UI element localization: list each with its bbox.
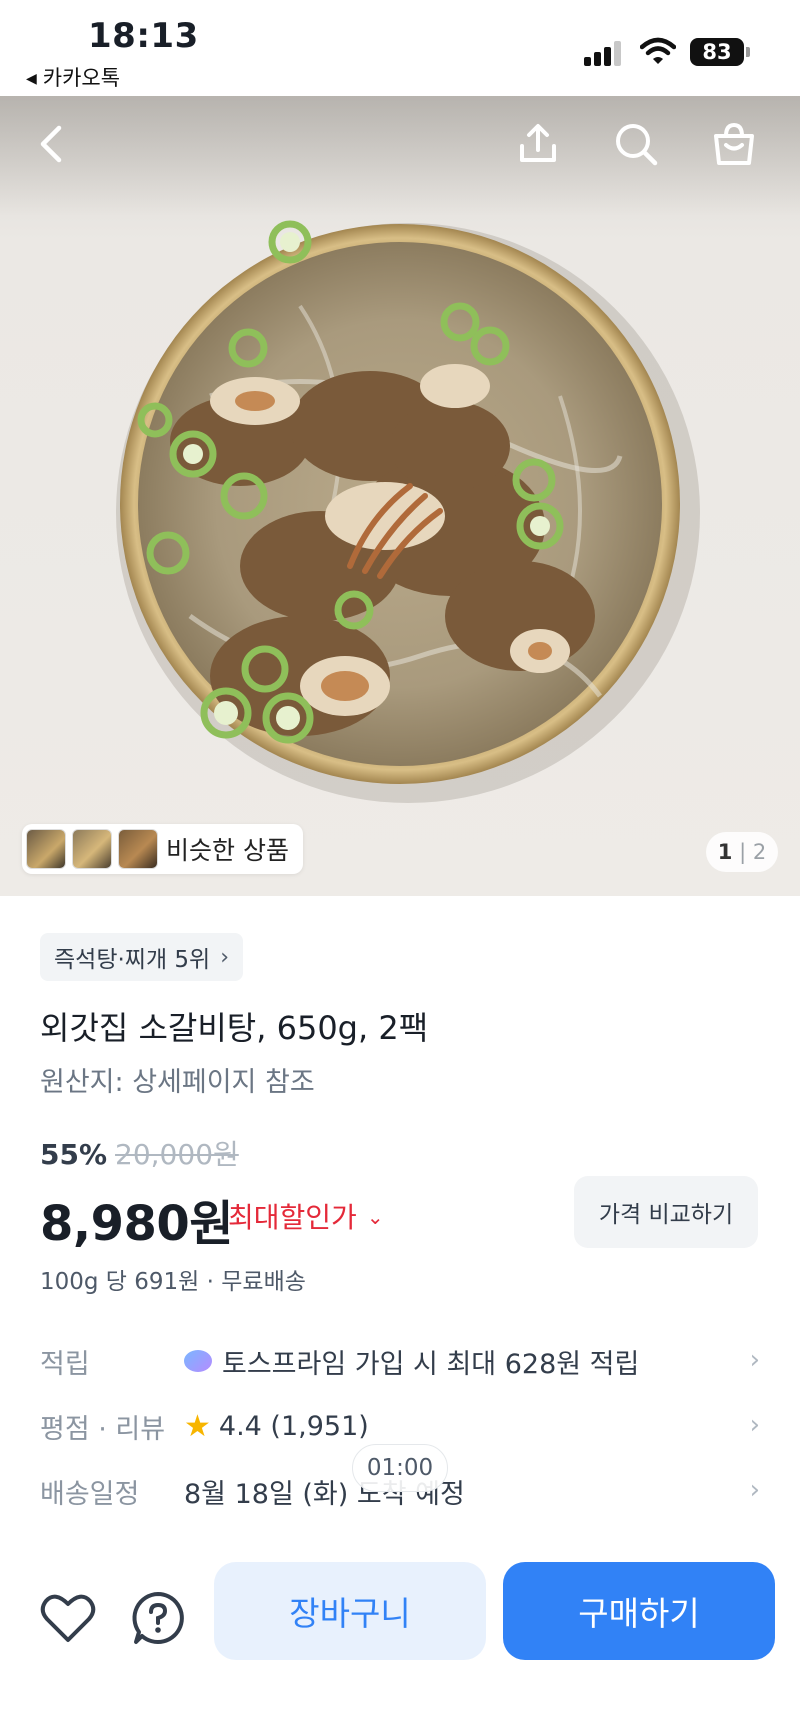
hero-top-shade — [0, 96, 800, 216]
rating-text: 4.4 (1,951) — [218, 1410, 369, 1442]
info-value-points: 토스프라임 가입 시 최대 628원 적립 — [184, 1342, 639, 1381]
pager-current: 1 — [717, 840, 733, 864]
add-to-cart-button[interactable]: 장바구니 — [214, 1562, 486, 1660]
search-icon — [616, 124, 658, 166]
product-title: 외갓집 소갈비탕, 650g, 2팩 — [40, 1009, 429, 1047]
back-icon — [40, 125, 62, 163]
similar-products-chip[interactable]: 비슷한 상품 — [22, 824, 303, 874]
similar-thumb-1 — [26, 829, 66, 869]
help-button[interactable] — [128, 1588, 188, 1648]
back-triangle-icon: ◀ — [26, 71, 37, 87]
discount-row: 55% 20,000원 — [40, 1133, 239, 1173]
cellular-signal-icon — [584, 40, 624, 66]
chevron-right-icon: › — [749, 1475, 760, 1505]
chevron-right-icon: › — [220, 944, 230, 970]
question-icon — [132, 1592, 184, 1644]
image-pager: 1 | 2 — [706, 832, 778, 872]
similar-thumb-2 — [72, 829, 112, 869]
heart-icon — [40, 1594, 96, 1642]
price-compare-button[interactable]: 가격 비교하기 — [574, 1176, 758, 1248]
shopping-bag-icon — [714, 122, 754, 165]
pager-separator: | — [739, 840, 747, 864]
similar-thumb-3 — [118, 829, 158, 869]
category-rank-label: 즉석탕·찌개 5위 — [54, 947, 211, 973]
soup-bowl-illustration — [116, 220, 700, 803]
cart-bag-button[interactable] — [704, 114, 764, 174]
bottom-action-bar: 장바구니 구매하기 — [0, 1540, 800, 1731]
product-origin: 원산지: 상세페이지 참조 — [40, 1067, 315, 1098]
search-button[interactable] — [606, 114, 666, 174]
chevron-right-icon: › — [749, 1410, 760, 1440]
back-to-app-link[interactable]: ◀ 카카오톡 — [26, 62, 120, 92]
discount-percent: 55% — [40, 1138, 108, 1171]
info-label-points: 적립 — [40, 1348, 90, 1380]
info-label-rating: 평점 · 리뷰 — [40, 1413, 166, 1445]
back-app-label: 카카오톡 — [42, 66, 121, 90]
timer-overlay: 01:00 — [352, 1444, 448, 1492]
category-rank-chip[interactable]: 즉석탕·찌개 5위 › — [40, 933, 244, 981]
info-label-delivery: 배송일정 — [40, 1478, 140, 1510]
info-row-rating[interactable]: 평점 · 리뷰 ★ 4.4 (1,951) › — [40, 1402, 760, 1450]
wifi-icon — [639, 36, 677, 66]
original-price: 20,000원 — [115, 1138, 239, 1171]
share-icon — [520, 124, 556, 162]
product-image[interactable]: 비슷한 상품 1 | 2 — [0, 96, 800, 896]
points-text: 토스프라임 가입 시 최대 628원 적립 — [222, 1348, 640, 1380]
status-bar: 18:13 ◀ 카카오톡 83 — [0, 0, 800, 96]
unit-price-shipping: 100g 당 691원 · 무료배송 — [40, 1269, 306, 1295]
pager-total: 2 — [752, 840, 767, 864]
chevron-right-icon: › — [749, 1345, 760, 1375]
star-icon: ★ — [184, 1408, 211, 1444]
max-discount-toggle[interactable]: 최대할인가 ⌄ — [228, 1196, 384, 1236]
status-time: 18:13 — [88, 16, 199, 56]
chevron-down-icon: ⌄ — [366, 1205, 384, 1229]
back-button[interactable] — [22, 114, 82, 174]
battery-icon: 83 — [690, 38, 750, 66]
info-value-rating: ★ 4.4 (1,951) — [184, 1409, 369, 1444]
info-row-points[interactable]: 적립 토스프라임 가입 시 최대 628원 적립 › — [40, 1337, 760, 1385]
share-button[interactable] — [508, 114, 568, 174]
max-discount-label: 최대할인가 — [228, 1201, 357, 1234]
similar-products-label: 비슷한 상품 — [166, 836, 289, 865]
sale-price: 8,980원 — [40, 1196, 234, 1252]
wishlist-button[interactable] — [38, 1588, 98, 1648]
toss-prime-icon — [184, 1350, 212, 1372]
buy-now-button[interactable]: 구매하기 — [503, 1562, 775, 1660]
